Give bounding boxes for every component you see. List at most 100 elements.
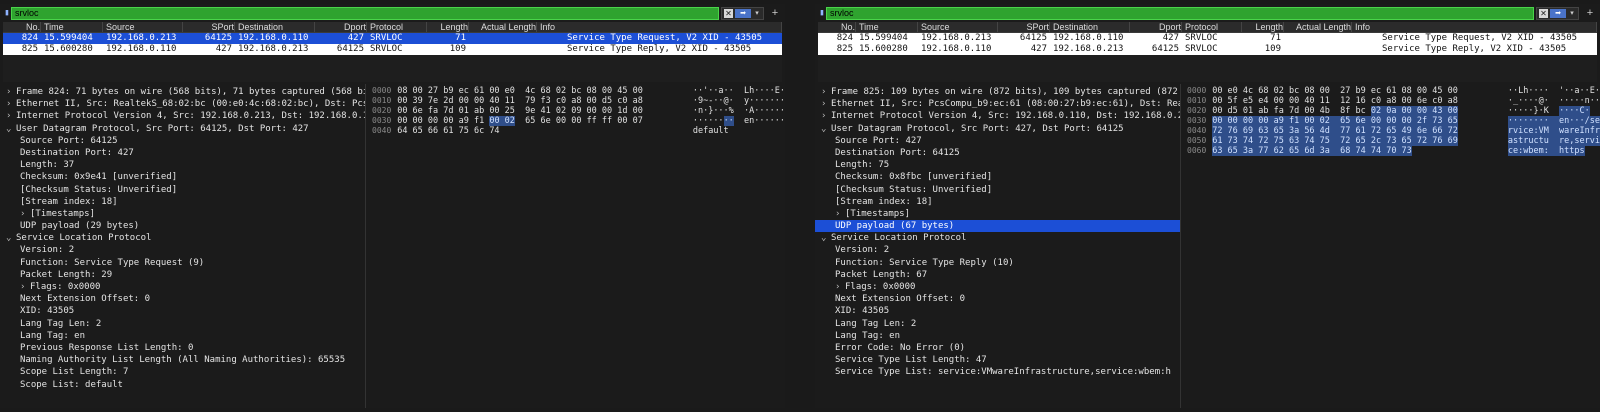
detail-row[interactable]: Length: 37: [0, 159, 365, 171]
detail-row[interactable]: Service Type List: service:VMwareInfrast…: [815, 366, 1180, 378]
detail-row[interactable]: Scope List: default: [0, 379, 365, 391]
column-header-sport[interactable]: SPort: [998, 22, 1050, 32]
chevron-down-icon[interactable]: ⌄: [821, 232, 831, 244]
column-header-protocol[interactable]: Protocol: [1182, 22, 1242, 32]
column-header-actual-length[interactable]: Actual Length: [1284, 22, 1352, 32]
detail-row[interactable]: › Flags: 0x0000: [0, 281, 365, 293]
chevron-right-icon[interactable]: ›: [821, 98, 831, 110]
detail-row[interactable]: [Stream index: 18]: [0, 196, 365, 208]
detail-row[interactable]: [Checksum Status: Unverified]: [815, 184, 1180, 196]
detail-row[interactable]: Next Extension Offset: 0: [815, 293, 1180, 305]
detail-row[interactable]: Lang Tag Len: 2: [815, 318, 1180, 330]
detail-row[interactable]: Lang Tag: en: [0, 330, 365, 342]
detail-row[interactable]: Packet Length: 29: [0, 269, 365, 281]
column-header-info[interactable]: Info: [537, 22, 782, 32]
bookmark-icon[interactable]: ▮: [818, 7, 826, 19]
detail-row[interactable]: Source Port: 64125: [0, 135, 365, 147]
column-header-source[interactable]: Source: [918, 22, 998, 32]
detail-row[interactable]: › Frame 825: 109 bytes on wire (872 bits)…: [815, 86, 1180, 98]
detail-row[interactable]: › Internet Protocol Version 4, Src: 192.1…: [815, 110, 1180, 122]
display-filter-input[interactable]: srvloc: [826, 6, 1534, 20]
add-filter-button-icon[interactable]: +: [1583, 7, 1597, 19]
column-header-source[interactable]: Source: [103, 22, 183, 32]
detail-row[interactable]: [Checksum Status: Unverified]: [0, 184, 365, 196]
chevron-right-icon[interactable]: ›: [6, 86, 16, 98]
detail-row[interactable]: Next Extension Offset: 0: [0, 293, 365, 305]
column-header-time[interactable]: Time: [856, 22, 918, 32]
byte-ascii[interactable]: ··'··a·· Lh····E· ·9~-··@· y······· ·n·}…: [693, 86, 785, 408]
chevron-down-icon[interactable]: ⌄: [821, 123, 831, 135]
detail-row[interactable]: › [Timestamps]: [0, 208, 365, 220]
column-header-time[interactable]: Time: [41, 22, 103, 32]
clear-filter-icon[interactable]: ✕: [724, 8, 733, 18]
detail-row[interactable]: › Ethernet II, Src: RealtekS_68:02:bc (00…: [0, 98, 365, 110]
detail-row[interactable]: › Frame 824: 71 bytes on wire (568 bits),…: [0, 86, 365, 98]
column-header-dport[interactable]: Dport: [1130, 22, 1182, 32]
detail-row[interactable]: Length: 75: [815, 159, 1180, 171]
detail-row[interactable]: Function: Service Type Reply (10): [815, 257, 1180, 269]
column-header-info[interactable]: Info: [1352, 22, 1597, 32]
detail-row[interactable]: Scope List Length: 7: [0, 366, 365, 378]
clear-filter-icon[interactable]: ✕: [1539, 8, 1548, 18]
apply-filter-icon[interactable]: ➡: [735, 8, 751, 18]
detail-row[interactable]: XID: 43505: [0, 305, 365, 317]
chevron-right-icon[interactable]: ›: [20, 281, 30, 293]
detail-row[interactable]: Previous Response List Length: 0: [0, 342, 365, 354]
packet-row[interactable]: 825 15.600280 192.168.0.110 427 192.168.…: [818, 44, 1597, 55]
detail-row[interactable]: Service Type List Length: 47: [815, 354, 1180, 366]
detail-row[interactable]: [Stream index: 18]: [815, 196, 1180, 208]
chevron-right-icon[interactable]: ›: [821, 110, 831, 122]
chevron-down-icon[interactable]: ▾: [1568, 9, 1576, 17]
column-header-length[interactable]: Length: [1242, 22, 1284, 32]
add-filter-button-icon[interactable]: +: [768, 7, 782, 19]
packet-row[interactable]: 825 15.600280 192.168.0.110 427 192.168.…: [3, 44, 782, 55]
apply-filter-icon[interactable]: ➡: [1550, 8, 1566, 18]
detail-row-selected[interactable]: UDP payload (67 bytes): [815, 220, 1180, 233]
detail-row[interactable]: UDP payload (29 bytes): [0, 220, 365, 232]
column-header-no[interactable]: No.: [3, 22, 41, 32]
detail-row[interactable]: › [Timestamps]: [815, 208, 1180, 220]
detail-row[interactable]: Destination Port: 427: [0, 147, 365, 159]
detail-row[interactable]: Function: Service Type Request (9): [0, 257, 365, 269]
detail-row[interactable]: › Ethernet II, Src: PcsCompu_b9:ec:61 (08…: [815, 98, 1180, 110]
packet-row[interactable]: 824 15.599404 192.168.0.213 64125 192.16…: [818, 33, 1597, 44]
chevron-right-icon[interactable]: ›: [821, 86, 831, 98]
detail-row[interactable]: Error Code: No Error (0): [815, 342, 1180, 354]
column-header-length[interactable]: Length: [427, 22, 469, 32]
column-header-sport[interactable]: SPort: [183, 22, 235, 32]
packet-row[interactable]: 824 15.599404 192.168.0.213 64125 192.16…: [3, 33, 782, 44]
chevron-down-icon[interactable]: ▾: [753, 9, 761, 17]
detail-row[interactable]: ⌄ Service Location Protocol: [0, 232, 365, 244]
detail-row[interactable]: Checksum: 0x8fbc [unverified]: [815, 171, 1180, 183]
column-header-no[interactable]: No.: [818, 22, 856, 32]
detail-row[interactable]: › Flags: 0x0000: [815, 281, 1180, 293]
detail-row[interactable]: › Internet Protocol Version 4, Src: 192.1…: [0, 110, 365, 122]
chevron-down-icon[interactable]: ⌄: [6, 123, 16, 135]
chevron-down-icon[interactable]: ⌄: [6, 232, 16, 244]
chevron-right-icon[interactable]: ›: [6, 98, 16, 110]
detail-row[interactable]: Destination Port: 64125: [815, 147, 1180, 159]
detail-row[interactable]: Lang Tag Len: 2: [0, 318, 365, 330]
bookmark-icon[interactable]: ▮: [3, 7, 11, 19]
detail-row[interactable]: ⌄ User Datagram Protocol, Src Port: 64125…: [0, 123, 365, 135]
detail-row[interactable]: Packet Length: 67: [815, 269, 1180, 281]
column-header-destination[interactable]: Destination: [235, 22, 315, 32]
column-header-protocol[interactable]: Protocol: [367, 22, 427, 32]
detail-row[interactable]: Naming Authority List Length (All Naming…: [0, 354, 365, 366]
detail-row[interactable]: Lang Tag: en: [815, 330, 1180, 342]
column-header-dport[interactable]: Dport: [315, 22, 367, 32]
detail-row[interactable]: Source Port: 427: [815, 135, 1180, 147]
byte-hex[interactable]: 08 00 27 b9 ec 61 00 e0 4c 68 02 bc 08 0…: [397, 86, 693, 408]
chevron-right-icon[interactable]: ›: [835, 281, 845, 293]
detail-row[interactable]: Version: 2: [0, 244, 365, 256]
column-header-destination[interactable]: Destination: [1050, 22, 1130, 32]
byte-ascii[interactable]: ··Lh···· '··a··E· ·_····@· ·····n·· ····…: [1507, 86, 1600, 408]
chevron-right-icon[interactable]: ›: [20, 208, 30, 220]
byte-hex[interactable]: 00 e0 4c 68 02 bc 08 00 27 b9 ec 61 08 0…: [1212, 86, 1508, 408]
detail-row[interactable]: ⌄ Service Location Protocol: [815, 232, 1180, 244]
detail-row[interactable]: XID: 43505: [815, 305, 1180, 317]
display-filter-input[interactable]: srvloc: [11, 6, 719, 20]
detail-row[interactable]: Checksum: 0x9e41 [unverified]: [0, 171, 365, 183]
column-header-actual-length[interactable]: Actual Length: [469, 22, 537, 32]
chevron-right-icon[interactable]: ›: [6, 110, 16, 122]
